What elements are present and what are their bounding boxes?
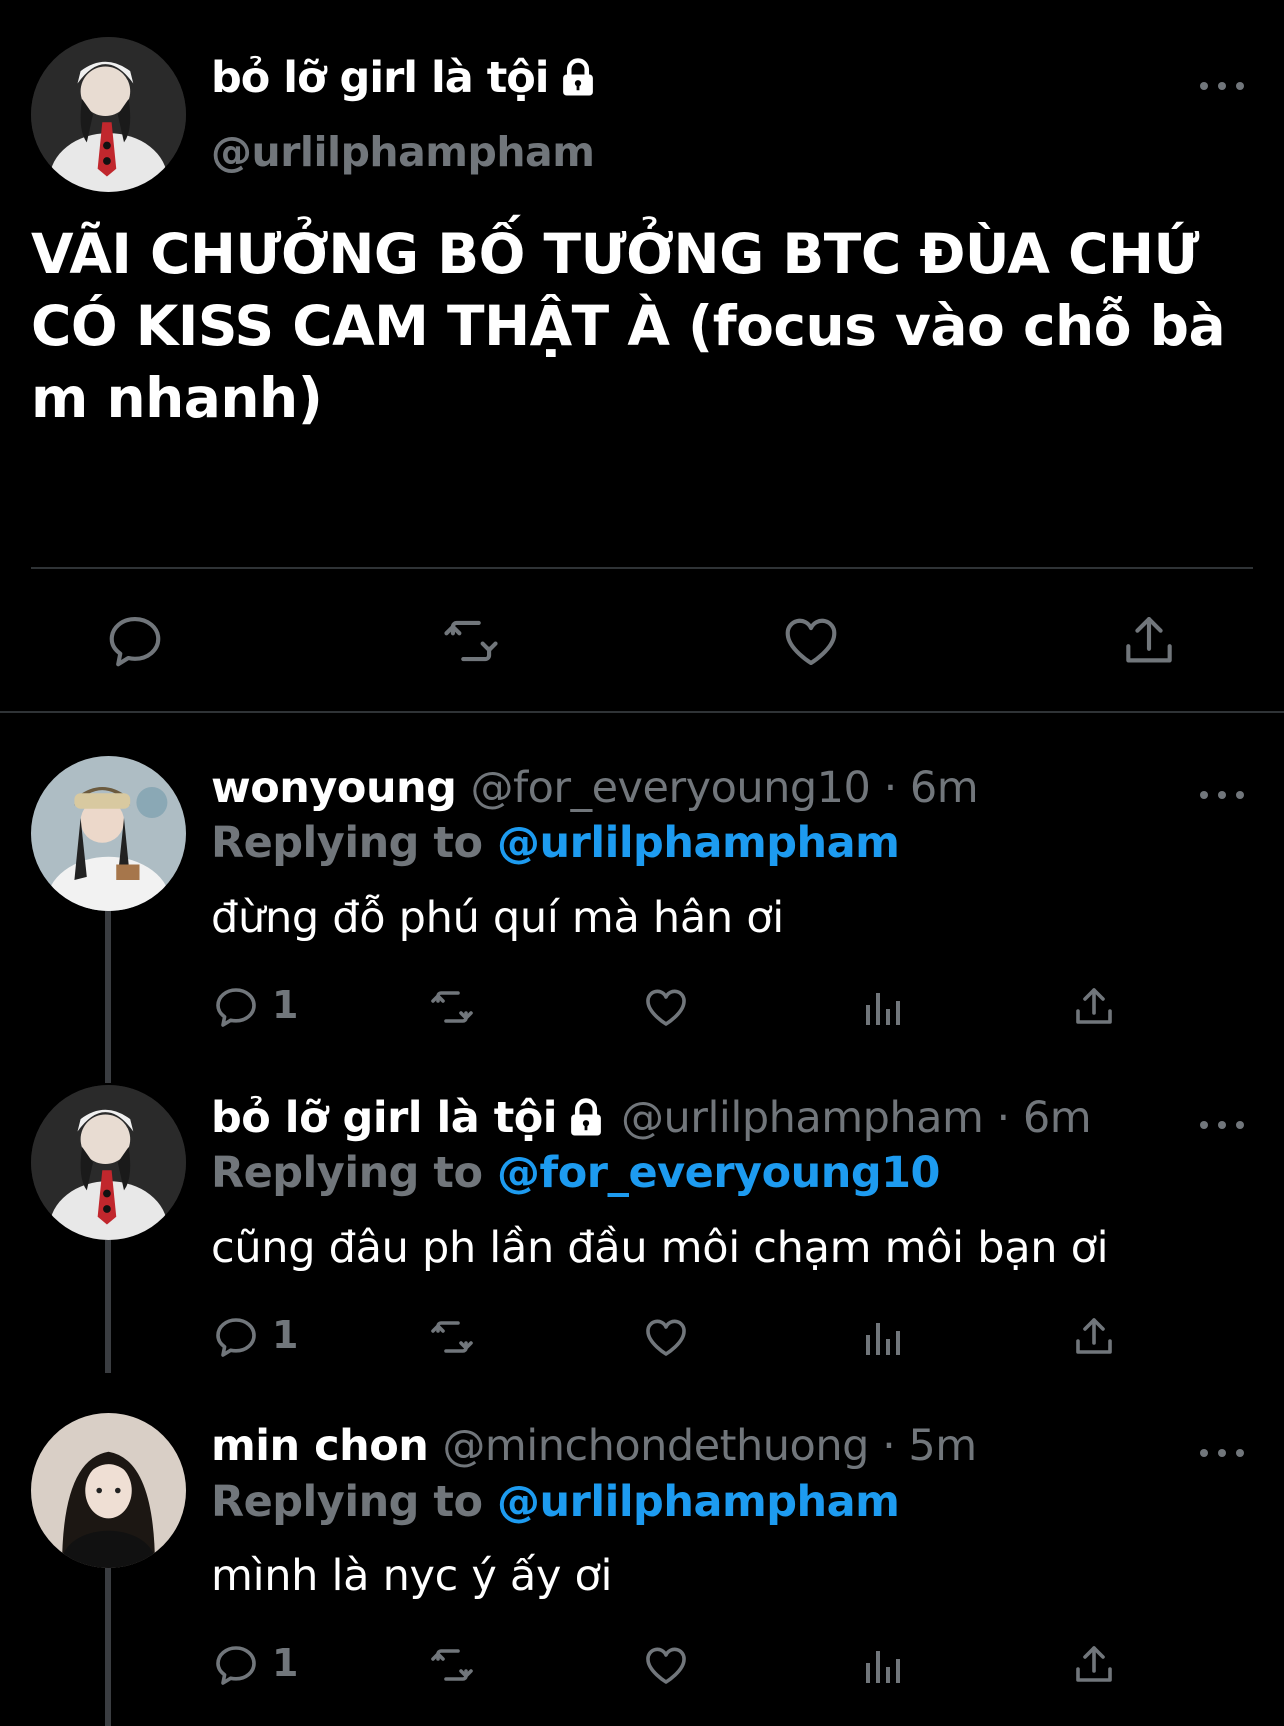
avatar[interactable]: [31, 1413, 186, 1568]
share-icon[interactable]: [1070, 1313, 1118, 1361]
more-icon[interactable]: [1200, 76, 1244, 96]
reply-count: 1: [272, 1641, 299, 1685]
analytics-icon[interactable]: [858, 1313, 906, 1361]
handle[interactable]: @urlilphampham: [211, 128, 595, 176]
display-name[interactable]: bỏ lỡ girl là tội: [211, 53, 550, 103]
replying-to: Replying to @for_everyoung10: [211, 1148, 940, 1198]
like-icon[interactable]: [780, 610, 842, 672]
thread-line: [105, 1238, 111, 1373]
reply-icon[interactable]: [212, 1641, 260, 1689]
share-icon[interactable]: [1070, 983, 1118, 1031]
tweet-text: VÃI CHƯỞNG BỐ TƯỞNG BTC ĐÙA CHỨ CÓ KISS …: [31, 222, 1226, 430]
retweet-icon[interactable]: [428, 1641, 476, 1689]
avatar[interactable]: [31, 1085, 186, 1240]
reply-text: mình là nyc ý ấy ơi: [211, 1551, 613, 1601]
replying-to-label: Replying to: [211, 1148, 483, 1198]
share-icon[interactable]: [1070, 1641, 1118, 1689]
reply-icon[interactable]: [104, 610, 166, 672]
replying-to-label: Replying to: [211, 818, 483, 868]
thread-line: [105, 1568, 111, 1726]
retweet-icon[interactable]: [428, 1313, 476, 1361]
reply-header: wonyoung @for_everyoung10 · 6m: [211, 763, 979, 813]
reply-tweet[interactable]: bỏ lỡ girl là tội @urlilphampham · 6m Re…: [0, 1043, 1284, 1373]
reply-count: 1: [272, 983, 299, 1027]
avatar-image: [31, 756, 186, 911]
reply-header: min chon @minchondethuong · 5m: [211, 1421, 977, 1471]
like-icon[interactable]: [642, 1641, 690, 1689]
thread-line: [105, 908, 111, 1043]
main-tweet: bỏ lỡ girl là tội @urlilphampham VÃI CHƯ…: [0, 0, 1284, 713]
handle-time[interactable]: @minchondethuong · 5m: [442, 1421, 977, 1471]
avatar-image: [31, 37, 186, 192]
retweet-icon[interactable]: [440, 610, 502, 672]
reply-tweet[interactable]: min chon @minchondethuong · 5m Replying …: [0, 1373, 1284, 1726]
avatar-image: [31, 1413, 186, 1568]
replying-to: Replying to @urlilphampham: [211, 818, 900, 868]
reply-header: bỏ lỡ girl là tội @urlilphampham · 6m: [211, 1093, 1092, 1143]
replying-to-mention[interactable]: @urlilphampham: [497, 1477, 900, 1527]
like-icon[interactable]: [642, 983, 690, 1031]
display-name-row[interactable]: bỏ lỡ girl là tội: [211, 52, 599, 104]
replying-to-mention[interactable]: @urlilphampham: [497, 818, 900, 868]
handle-time[interactable]: @for_everyoung10 · 6m: [470, 763, 978, 813]
more-icon[interactable]: [1200, 1443, 1244, 1463]
replying-to-mention[interactable]: @for_everyoung10: [497, 1148, 940, 1198]
display-name[interactable]: min chon: [211, 1421, 429, 1471]
reply-icon[interactable]: [212, 983, 260, 1031]
reply-text: cũng đâu ph lần đầu môi chạm môi bạn ơi: [211, 1223, 1109, 1273]
replying-to: Replying to @urlilphampham: [211, 1477, 900, 1527]
reply-icon[interactable]: [212, 1313, 260, 1361]
retweet-icon[interactable]: [428, 983, 476, 1031]
display-name[interactable]: bỏ lỡ girl là tội: [211, 1093, 558, 1143]
analytics-icon[interactable]: [858, 983, 906, 1031]
lock-icon: [557, 57, 599, 99]
display-name[interactable]: wonyoung: [211, 763, 457, 813]
avatar-image: [31, 1085, 186, 1240]
like-icon[interactable]: [642, 1313, 690, 1361]
reply-text: đừng đỗ phú quí mà hân ơi: [211, 893, 784, 943]
more-icon[interactable]: [1200, 1115, 1244, 1135]
divider: [31, 567, 1253, 569]
thread-line: [105, 1043, 111, 1083]
analytics-icon[interactable]: [858, 1641, 906, 1689]
lock-icon: [565, 1097, 607, 1139]
reply-count: 1: [272, 1313, 299, 1357]
handle-time[interactable]: @urlilphampham · 6m: [621, 1093, 1092, 1143]
avatar[interactable]: [31, 756, 186, 911]
reply-tweet[interactable]: wonyoung @for_everyoung10 · 6m Replying …: [0, 713, 1284, 1043]
share-icon[interactable]: [1118, 610, 1180, 672]
avatar[interactable]: [31, 37, 186, 192]
more-icon[interactable]: [1200, 785, 1244, 805]
replying-to-label: Replying to: [211, 1477, 483, 1527]
